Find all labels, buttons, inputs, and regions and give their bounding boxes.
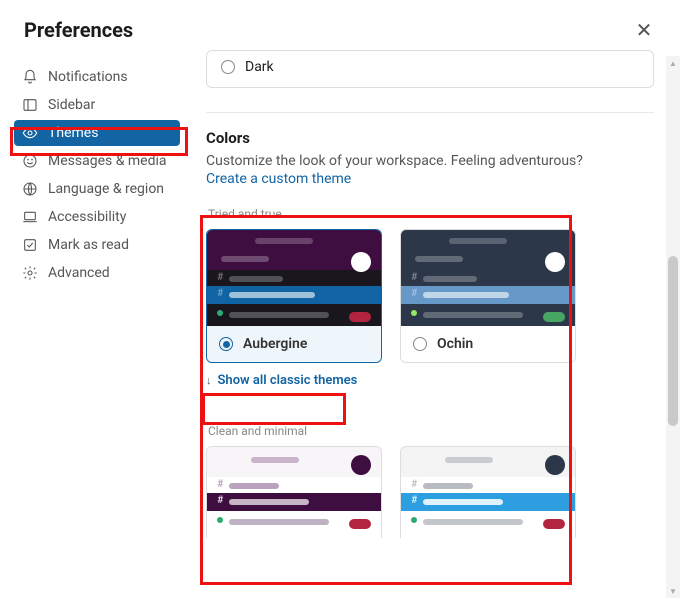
sidebar-item-label: Language & region [48, 181, 164, 197]
sidebar-item-label: Messages & media [48, 153, 167, 169]
radio-dark[interactable] [221, 60, 235, 74]
theme-preview-clean-1: ## [207, 447, 381, 538]
sidebar-item-label: Mark as read [48, 237, 129, 253]
theme-name: Aubergine [243, 336, 307, 352]
sidebar-item-notifications[interactable]: Notifications [14, 64, 180, 90]
colors-description: Customize the look of your workspace. Fe… [206, 153, 654, 169]
divider [206, 112, 654, 113]
show-all-classic-themes-link[interactable]: ↓ Show all classic themes [206, 373, 357, 388]
scroll-up-icon[interactable]: ▲ [666, 56, 680, 70]
sidebar-item-themes[interactable]: Themes [14, 120, 180, 146]
sidebar-item-advanced[interactable]: Advanced [14, 260, 180, 286]
scroll-down-icon[interactable]: ▼ [666, 584, 680, 598]
panel-icon [22, 97, 38, 113]
sidebar-item-label: Themes [48, 125, 98, 141]
theme-card-clean-2[interactable]: ## [400, 446, 576, 538]
page-title: Preferences [24, 18, 133, 42]
theme-preview-ochin: ## [401, 230, 575, 326]
theme-card-clean-1[interactable]: ## [206, 446, 382, 538]
sidebar-item-mark-as-read[interactable]: Mark as read [14, 232, 180, 258]
smile-icon [22, 153, 38, 169]
scrollbar-thumb[interactable] [668, 256, 678, 426]
sidebar-item-label: Accessibility [48, 209, 126, 225]
globe-icon [22, 181, 38, 197]
gear-icon [22, 265, 38, 281]
sidebar-item-label: Advanced [48, 265, 110, 281]
eye-icon [22, 125, 38, 141]
radio-aubergine[interactable] [219, 337, 233, 351]
close-button[interactable]: ✕ [632, 18, 656, 42]
radio-ochin[interactable] [413, 337, 427, 351]
show-all-label: Show all classic themes [218, 373, 358, 388]
check-box-icon [22, 237, 38, 253]
vertical-scrollbar[interactable]: ▲ ▼ [666, 56, 680, 598]
preferences-sidebar: Notifications Sidebar Themes Messages & … [0, 50, 190, 590]
sidebar-item-accessibility[interactable]: Accessibility [14, 204, 180, 230]
theme-name: Ochin [437, 336, 473, 352]
theme-card-aubergine[interactable]: ## Aubergine [206, 229, 382, 363]
themes-content: Dark Colors Customize the look of your w… [190, 50, 680, 590]
dark-label: Dark [245, 59, 274, 75]
sidebar-item-sidebar[interactable]: Sidebar [14, 92, 180, 118]
group-tried-and-true: Tried and true [208, 207, 654, 221]
sidebar-item-language[interactable]: Language & region [14, 176, 180, 202]
colors-heading: Colors [206, 129, 654, 147]
theme-preview-aubergine: ## [207, 230, 381, 326]
sidebar-item-label: Sidebar [48, 97, 95, 113]
close-icon: ✕ [636, 18, 653, 42]
appearance-option-dark[interactable]: Dark [206, 50, 654, 88]
theme-card-ochin[interactable]: ## Ochin [400, 229, 576, 363]
arrow-down-icon: ↓ [206, 374, 212, 387]
laptop-icon [22, 209, 38, 225]
theme-preview-clean-2: ## [401, 447, 575, 538]
create-custom-theme-link[interactable]: Create a custom theme [206, 171, 654, 187]
bell-icon [22, 69, 38, 85]
sidebar-item-label: Notifications [48, 69, 128, 85]
group-clean-and-minimal: Clean and minimal [208, 424, 654, 438]
sidebar-item-messages[interactable]: Messages & media [14, 148, 180, 174]
